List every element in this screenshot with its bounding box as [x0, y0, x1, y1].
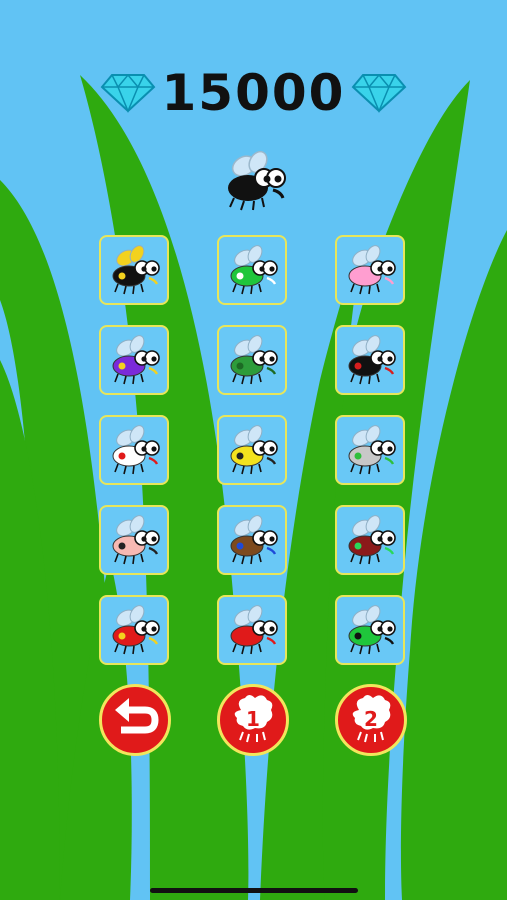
black-red-fly-icon: [348, 335, 396, 385]
skin-tile-black-red-fly[interactable]: [335, 325, 405, 395]
skin-tile-red-fly[interactable]: [217, 595, 287, 665]
skin-tile-green-spotted-fly[interactable]: [217, 325, 287, 395]
fly-pack-2-button[interactable]: 2: [335, 684, 407, 756]
skin-tile-grey-recycle-fly[interactable]: [335, 415, 405, 485]
skin-tile-pink-top-hat-fly[interactable]: [99, 505, 169, 575]
diamond-icon: [352, 73, 407, 113]
fly-pack-icon: 1: [234, 695, 273, 743]
score-display: 15000: [0, 58, 507, 128]
skin-tile-maroon-feather-fly[interactable]: [335, 505, 405, 575]
home-indicator[interactable]: [150, 888, 358, 893]
skin-tile-pink-fly[interactable]: [335, 235, 405, 305]
fly-pack-1-button[interactable]: 1: [217, 684, 289, 756]
pack-number: 2: [364, 707, 378, 731]
green-spotted-fly-icon: [230, 335, 278, 385]
skin-tile-radioactive-fly[interactable]: [217, 415, 287, 485]
red-fly-icon: [230, 605, 278, 655]
skin-tile-brown-cap-fly[interactable]: [217, 505, 287, 575]
purple-crown-fly-icon: [112, 335, 160, 385]
selected-fly-icon: [228, 150, 286, 211]
green-angry-fly-icon: [348, 605, 396, 655]
skin-tile-green-party-fly[interactable]: [217, 235, 287, 305]
red-lightning-fly-icon: [112, 605, 160, 655]
pink-fly-icon: [348, 245, 396, 295]
score-value: 15000: [161, 64, 346, 122]
grey-recycle-fly-icon: [348, 425, 396, 475]
skin-tile-red-lightning-fly[interactable]: [99, 595, 169, 665]
green-party-fly-icon: [230, 245, 278, 295]
skin-tile-medic-fly[interactable]: [99, 415, 169, 485]
skin-tile-purple-crown-fly[interactable]: [99, 325, 169, 395]
skin-tile-yellow-black-fly[interactable]: [99, 235, 169, 305]
undo-arrow-icon: [115, 698, 159, 734]
diamond-icon: [100, 73, 155, 113]
brown-cap-fly-icon: [230, 515, 278, 565]
skin-tile-green-angry-fly[interactable]: [335, 595, 405, 665]
yellow-black-fly-icon: [112, 245, 160, 295]
medic-fly-icon: [112, 425, 160, 475]
radioactive-fly-icon: [230, 425, 278, 475]
pack-number: 1: [246, 707, 260, 731]
maroon-feather-fly-icon: [348, 515, 396, 565]
pink-top-hat-fly-icon: [112, 515, 160, 565]
fly-pack-icon: 2: [352, 695, 391, 743]
back-button[interactable]: [99, 684, 171, 756]
